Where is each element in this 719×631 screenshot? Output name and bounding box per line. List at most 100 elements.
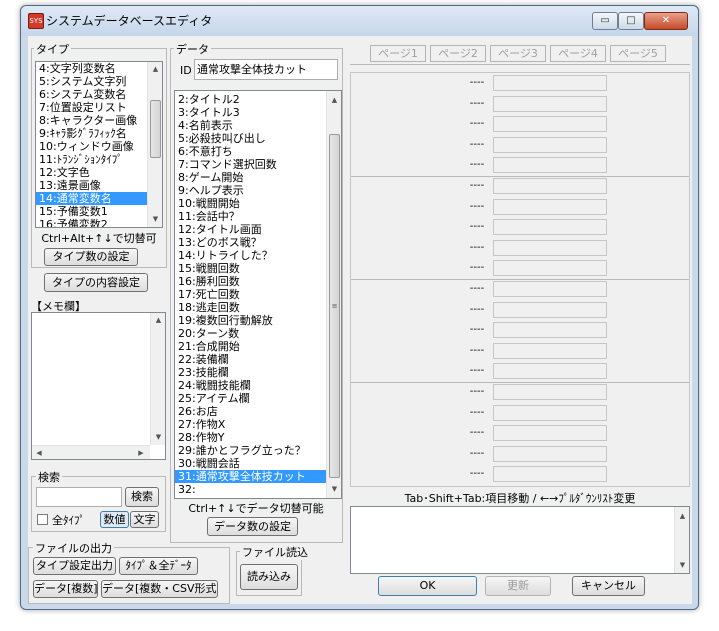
scroll-down-icon[interactable]: ▼ — [675, 560, 689, 570]
data-list-item[interactable]: 32: — [175, 483, 326, 496]
type-list-item[interactable]: 10:ウィンドウ画像 — [36, 140, 147, 153]
data-list-item[interactable]: 30:戦闘会話 — [175, 457, 326, 470]
data-list-item[interactable]: 6:不意打ち — [175, 145, 326, 158]
field-value-box[interactable] — [493, 425, 607, 442]
data-list-item[interactable]: 12:タイトル画面 — [175, 223, 326, 236]
scroll-up-icon[interactable]: ▲ — [151, 315, 165, 325]
type-list-item[interactable]: 16:予備変数2 — [36, 218, 147, 227]
scroll-down-icon[interactable]: ▼ — [151, 432, 165, 442]
type-list-item[interactable]: 9:ｷｬﾗ影ｸﾞﾗﾌｨｯｸ名 — [36, 127, 147, 140]
field-value-box[interactable] — [493, 136, 607, 153]
info-textarea[interactable]: ▲ ▼ — [350, 506, 690, 574]
scroll-up-icon[interactable]: ▲ — [675, 511, 689, 521]
field-value-box[interactable] — [493, 445, 607, 462]
scroll-up-icon[interactable]: ▲ — [148, 64, 162, 74]
field-value-box[interactable] — [493, 178, 607, 194]
field-value-box[interactable] — [493, 75, 607, 91]
field-value-box[interactable] — [493, 239, 607, 256]
type-list-item[interactable]: 15:予備変数1 — [36, 205, 147, 218]
type-list-item[interactable]: 12:文字色 — [36, 166, 147, 179]
export-type-settings-button[interactable]: タイプ設定出力 — [33, 557, 116, 575]
data-list-item[interactable]: 23:技能欄 — [175, 366, 326, 379]
page-tab-2[interactable]: ページ2 — [430, 45, 486, 62]
export-data-multi-button[interactable]: データ[複数] — [33, 580, 98, 598]
field-value-box[interactable] — [493, 404, 607, 421]
field-value-box[interactable] — [493, 322, 607, 339]
ok-button[interactable]: OK — [378, 576, 477, 596]
data-list-item[interactable]: 13:どのボス戦？ — [175, 236, 326, 249]
cancel-button[interactable]: キャンセル — [572, 576, 645, 596]
data-list-item[interactable]: 4:名前表示 — [175, 119, 326, 132]
minimize-icon[interactable]: ▭ — [592, 12, 618, 30]
field-value-box[interactable] — [493, 198, 607, 215]
type-list-item[interactable]: 13:遠景画像 — [36, 179, 147, 192]
field-value-box[interactable] — [493, 219, 607, 236]
field-value-box[interactable] — [493, 384, 607, 400]
data-list-item[interactable]: 29:誰かとフラグ立った？ — [175, 444, 326, 457]
field-value-box[interactable] — [493, 116, 607, 133]
data-list-item[interactable]: 26:お店 — [175, 405, 326, 418]
search-mode-numeric[interactable]: 数値 — [100, 511, 129, 528]
data-list-scrollbar[interactable]: ▲ ≡ ▼ — [326, 91, 341, 498]
data-list-item[interactable]: 25:アイテム欄 — [175, 392, 326, 405]
field-value-box[interactable] — [493, 157, 607, 174]
search-mode-text[interactable]: 文字 — [130, 511, 159, 528]
field-value-box[interactable] — [493, 95, 607, 112]
data-list-item[interactable]: 10:戦闘開始 — [175, 197, 326, 210]
type-list-item[interactable]: 6:システム変数名 — [36, 88, 147, 101]
field-value-box[interactable] — [493, 363, 607, 380]
type-list-item[interactable]: 8:キャラクター画像 — [36, 114, 147, 127]
type-list[interactable]: 4:文字列変数名 5:システム文字列 6:システム変数名 7:位置設定リスト 8:キャラ… — [35, 61, 163, 228]
scroll-up-icon[interactable]: ▲ — [327, 95, 341, 105]
field-value-box[interactable] — [493, 342, 607, 359]
memo-textarea[interactable]: ▲ ▼ ◀ ▶ — [31, 312, 166, 460]
data-list-item[interactable]: 9:ヘルプ表示 — [175, 184, 326, 197]
close-icon[interactable]: ✕ — [644, 12, 688, 30]
type-list-item[interactable]: 11:ﾄﾗﾝｼﾞｼｮﾝﾀｲﾌﾟ — [36, 153, 147, 166]
type-content-button[interactable]: タイプの内容設定 — [44, 273, 148, 292]
data-list-item[interactable]: 11:会話中？ — [175, 210, 326, 223]
scroll-down-icon[interactable]: ▼ — [327, 484, 341, 494]
memo-vscrollbar[interactable]: ▲ ▼ — [150, 313, 165, 445]
data-list-item[interactable]: 28:作物Y — [175, 431, 326, 444]
data-name-input[interactable]: 通常攻撃全体技カット — [194, 59, 338, 80]
data-list-item[interactable]: 19:複数回行動解放 — [175, 314, 326, 327]
type-list-scrollbar[interactable]: ▲ ▼ — [147, 62, 162, 227]
type-list-item[interactable]: 4:文字列変数名 — [36, 62, 147, 75]
data-list-item[interactable]: 18:逃走回数 — [175, 301, 326, 314]
type-count-button[interactable]: タイプ数の設定 — [44, 248, 138, 266]
data-count-button[interactable]: データ数の設定 — [207, 517, 298, 536]
data-list-item[interactable]: 17:死亡回数 — [175, 288, 326, 301]
data-list-item[interactable]: 2:タイトル2 — [175, 93, 326, 106]
maximize-icon[interactable]: □ — [618, 12, 644, 30]
data-list-item[interactable]: 7:コマンド選択回数 — [175, 158, 326, 171]
search-button[interactable]: 検索 — [125, 487, 159, 507]
all-types-checkbox[interactable] — [37, 514, 48, 525]
field-value-box[interactable] — [493, 466, 607, 483]
scroll-down-icon[interactable]: ▼ — [148, 214, 162, 224]
type-list-item[interactable]: 5:システム文字列 — [36, 75, 147, 88]
page-tab-1[interactable]: ページ1 — [370, 45, 426, 62]
data-list-item[interactable]: 16:勝利回数 — [175, 275, 326, 288]
scroll-left-icon[interactable]: ◀ — [34, 448, 44, 458]
data-list-item[interactable]: 5:必殺技叫び出し — [175, 132, 326, 145]
field-value-box[interactable] — [493, 281, 607, 297]
data-list-item[interactable]: 20:ターン数 — [175, 327, 326, 340]
memo-hscrollbar[interactable]: ◀ ▶ — [32, 445, 150, 459]
page-tab-5[interactable]: ページ5 — [610, 45, 666, 62]
search-input[interactable] — [36, 487, 122, 507]
scroll-right-icon[interactable]: ▶ — [136, 448, 146, 458]
data-list-item[interactable]: 21:合成開始 — [175, 340, 326, 353]
page-tab-4[interactable]: ページ4 — [550, 45, 606, 62]
data-list-item[interactable]: 15:戦闘回数 — [175, 262, 326, 275]
data-list[interactable]: 2:タイトル2 3:タイトル3 4:名前表示 5:必殺技叫び出し 6:不意打ち 7:コマン… — [174, 90, 342, 499]
data-list-item[interactable]: 27:作物X — [175, 418, 326, 431]
info-scrollbar[interactable]: ▲ ▼ — [674, 507, 689, 573]
data-list-item[interactable]: 24:戦闘技能欄 — [175, 379, 326, 392]
data-list-item[interactable]: 8:ゲーム開始 — [175, 171, 326, 184]
update-button[interactable]: 更新 — [485, 576, 551, 596]
data-list-item[interactable]: 31:通常攻撃全体技カット — [175, 470, 326, 483]
field-value-box[interactable] — [493, 260, 607, 277]
import-button[interactable]: 読み込み — [240, 564, 298, 590]
data-list-item[interactable]: 22:装備欄 — [175, 353, 326, 366]
